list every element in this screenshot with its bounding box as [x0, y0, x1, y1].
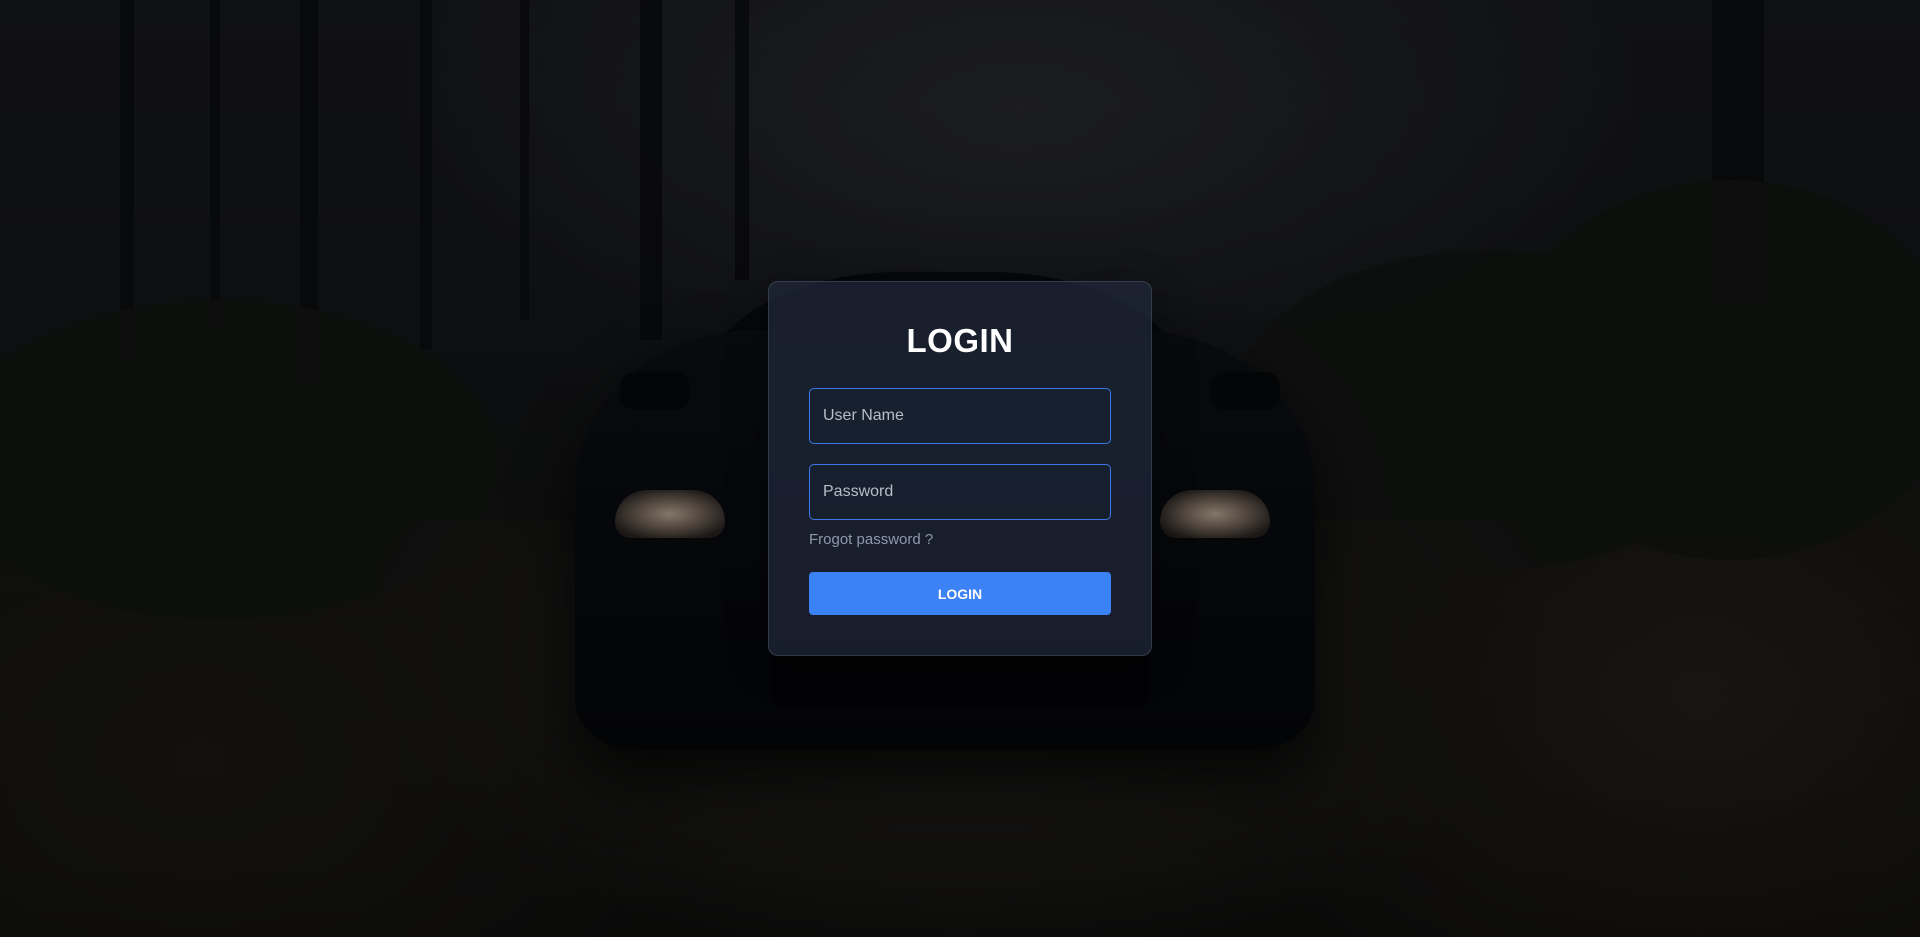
- forgot-password-link[interactable]: Frogot password ?: [809, 531, 933, 548]
- password-input[interactable]: [809, 464, 1111, 520]
- login-title: LOGIN: [906, 322, 1014, 359]
- login-button[interactable]: LOGIN: [809, 572, 1111, 615]
- login-card: LOGIN Frogot password ? LOGIN: [768, 281, 1152, 656]
- username-input[interactable]: [809, 388, 1111, 444]
